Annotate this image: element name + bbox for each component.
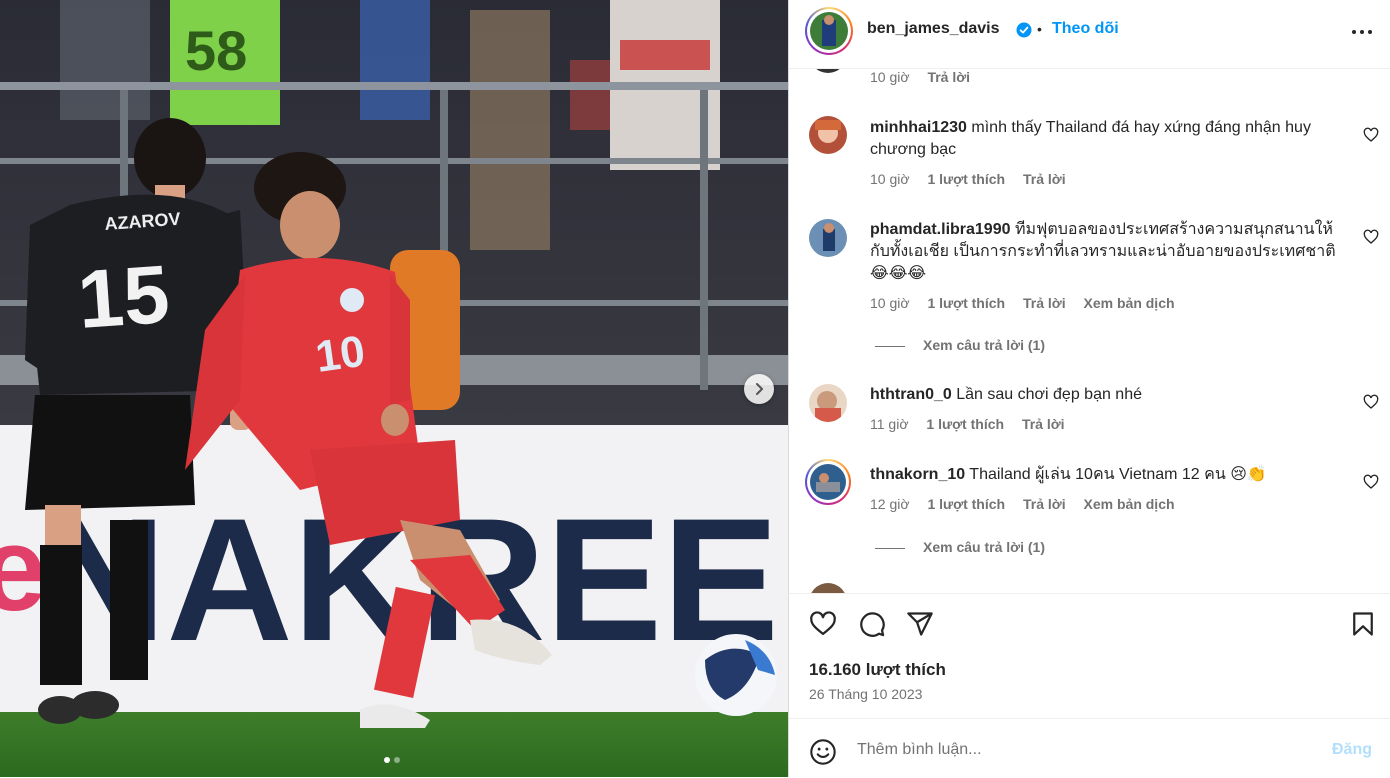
reply-button[interactable]: Trả lời (1023, 295, 1066, 311)
translate-button[interactable]: Xem bản dịch (1084, 496, 1175, 512)
player-right-number: 10 (313, 327, 368, 382)
post-date[interactable]: 26 Tháng 10 2023 (809, 686, 922, 702)
comment-likes[interactable]: 1 lượt thích (927, 171, 1005, 187)
heart-icon[interactable] (1363, 394, 1379, 410)
post-photo: 58 NAKREE e AZAROV 15 10 (0, 0, 788, 777)
comment-text: Lần sau chơi đẹp bạn nhé (956, 386, 1142, 403)
reply-button[interactable]: Trả lời (1023, 171, 1066, 187)
author-username[interactable]: ben_james_davis (867, 20, 1000, 38)
comment-username[interactable]: hthtran0_0 (870, 386, 952, 403)
football-photo: 58 NAKREE e AZAROV 15 10 (0, 0, 788, 777)
slide-dot-2 (394, 757, 400, 763)
share-icon[interactable] (906, 610, 934, 638)
heart-icon[interactable] (1363, 229, 1379, 245)
author-avatar[interactable] (805, 7, 853, 55)
player-left-number: 15 (75, 249, 172, 346)
chevron-right-icon (756, 383, 763, 395)
comment-likes[interactable]: 1 lượt thích (927, 496, 1005, 512)
comment-avatar[interactable] (809, 583, 847, 593)
football (695, 634, 777, 716)
emoji-icon[interactable] (809, 738, 837, 766)
comment-time: 11 giờ (870, 416, 909, 432)
comment-list[interactable]: 10 giờ Trả lời minhhai1230 mình thấy Tha… (789, 69, 1390, 593)
heart-icon[interactable] (1363, 474, 1379, 490)
comment-avatar[interactable] (805, 459, 851, 505)
heart-icon[interactable] (809, 610, 837, 638)
follow-button[interactable]: Theo dõi (1052, 20, 1119, 38)
comment-avatar[interactable] (809, 219, 847, 257)
verified-icon (1016, 22, 1032, 38)
like-count[interactable]: 16.160 lượt thích (809, 660, 946, 680)
comment-likes[interactable]: 1 lượt thích (927, 295, 1005, 311)
comment-username[interactable]: phamdat.libra1990 (870, 221, 1011, 238)
instagram-post-modal: 58 NAKREE e AZAROV 15 10 ben_james_davis… (0, 0, 1390, 777)
heart-icon[interactable] (1363, 127, 1379, 143)
post-header: ben_james_davis • Theo dõi (789, 0, 1390, 69)
more-icon[interactable] (1351, 20, 1373, 44)
reply-button[interactable]: Trả lời (1023, 496, 1066, 512)
comment-username[interactable]: thnakorn_10 (870, 466, 965, 483)
comment-time: 12 giờ (870, 496, 910, 512)
add-comment-bar: Đăng (789, 718, 1390, 778)
post-actions: 16.160 lượt thích 26 Tháng 10 2023 (789, 593, 1390, 719)
comment-username[interactable]: minhhai1230 (870, 119, 967, 136)
bookmark-icon[interactable] (1349, 610, 1377, 638)
comment-text: Thailand ผู้เล่น 10คน Vietnam 12 คน 😢👏 (969, 466, 1267, 483)
slide-dot-1 (384, 757, 390, 763)
svg-text:e: e (0, 502, 47, 636)
comment-time: 10 giờ (870, 295, 910, 311)
comment-likes[interactable]: 1 lượt thích (926, 416, 1004, 432)
next-slide-button[interactable] (744, 374, 774, 404)
translate-button[interactable]: Xem bản dịch (1084, 295, 1175, 311)
post-side-panel: ben_james_davis • Theo dõi 10 giờ Trả lờ… (788, 0, 1390, 777)
comment-time: 10 giờ (870, 171, 910, 187)
comment-avatar[interactable] (809, 69, 847, 73)
slide-indicator (384, 757, 400, 763)
post-comment-button[interactable]: Đăng (1332, 741, 1372, 759)
reply-button[interactable]: Trả lời (1022, 416, 1065, 432)
reply-button[interactable]: Trả lời (927, 69, 970, 85)
comment-avatar[interactable] (809, 116, 847, 154)
comment-time: 10 giờ (870, 69, 910, 85)
comment-avatar[interactable] (809, 384, 847, 422)
view-replies-button[interactable]: Xem câu trả lời (1) (875, 539, 1045, 555)
comment-icon[interactable] (858, 610, 886, 638)
stand-bib-number: 58 (185, 19, 247, 82)
header-separator: • (1037, 21, 1042, 37)
comment-input[interactable] (855, 737, 1279, 763)
view-replies-button[interactable]: Xem câu trả lời (1) (875, 337, 1045, 353)
